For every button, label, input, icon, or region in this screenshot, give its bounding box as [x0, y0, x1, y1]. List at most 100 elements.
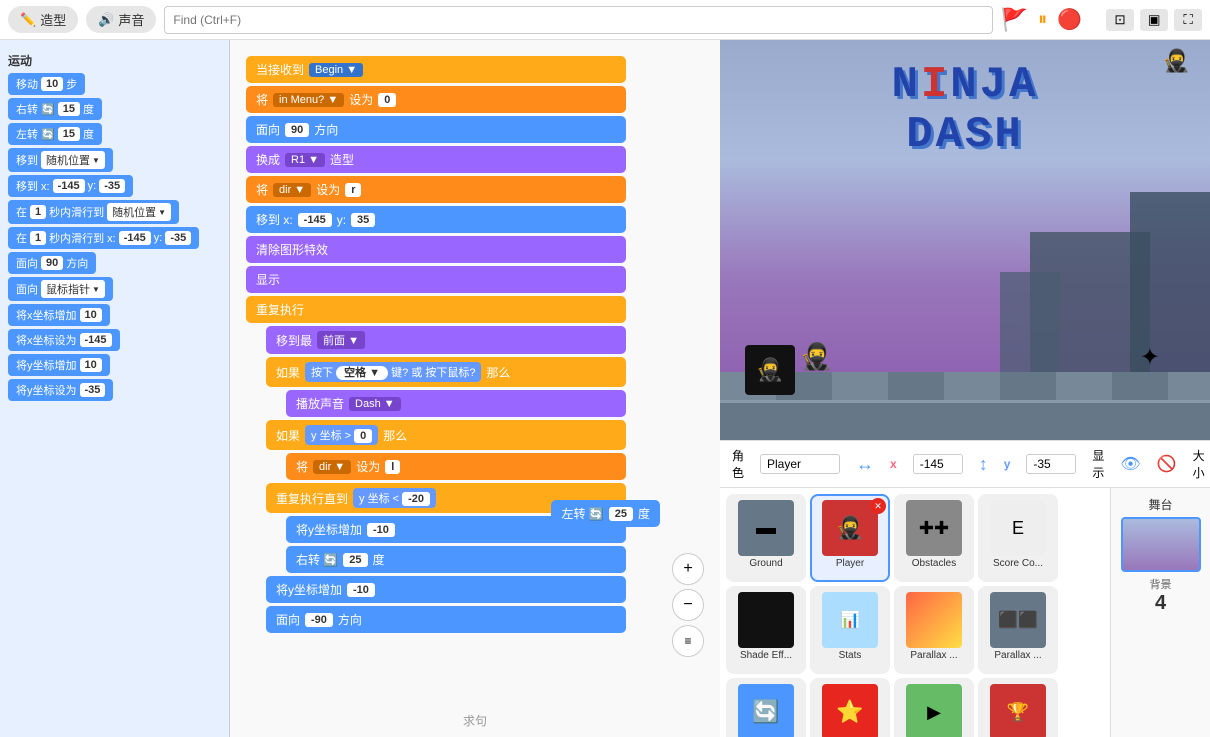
green-flag-button[interactable]: 🚩	[1001, 7, 1028, 33]
sprite-delete-player[interactable]: ✕	[870, 498, 886, 514]
sprite-thumb-shade	[738, 592, 794, 648]
block-turn-left[interactable]: 左转 🔄 15 度	[8, 123, 221, 145]
zoom-controls: + − ≡	[672, 553, 704, 657]
show-button[interactable]: 👁	[1120, 454, 1140, 474]
block-change-y-btn[interactable]: 将y坐标增加 10	[8, 354, 110, 376]
sprite-item-score[interactable]: E Score Co...	[978, 494, 1058, 582]
block-face-target-btn[interactable]: 面向 鼠标指针 ▼	[8, 277, 113, 301]
block-glide-xy-btn[interactable]: 在 1 秒内滑行到 x: -145 y: -35	[8, 227, 199, 249]
block-face-target[interactable]: 面向 鼠标指针 ▼	[8, 277, 221, 301]
cb-play-sound[interactable]: 播放声音 Dash ▼	[286, 390, 626, 417]
sprite-item-player[interactable]: ✕ 🥷 Player	[810, 494, 890, 582]
zoom-fit-button[interactable]: ≡	[672, 625, 704, 657]
x-label: x	[890, 457, 897, 471]
cb-set-inmenu[interactable]: 将 in Menu? ▼ 设为 0	[246, 86, 626, 113]
stop-button[interactable]: 🔴	[1057, 7, 1082, 32]
block-set-y[interactable]: 将y坐标设为 -35	[8, 379, 221, 401]
sprite-item-obstacles[interactable]: ✚✚ Obstacles	[894, 494, 974, 582]
block-move-to[interactable]: 移到 随机位置 ▼	[8, 148, 221, 172]
layout-editor-button[interactable]: ▣	[1140, 9, 1168, 31]
cb-set-dir[interactable]: 将 dir ▼ 设为 r	[246, 176, 626, 203]
layout-fullscreen-button[interactable]: ⛶	[1174, 9, 1202, 31]
layout-split-button[interactable]: ⊡	[1106, 9, 1134, 31]
cb-if-pressed[interactable]: 如果 按下 空格 ▼ 键? 或 按下鼠标? 那么	[266, 357, 626, 387]
cb-repeat-forever[interactable]: 重复执行	[246, 296, 626, 323]
right-panel: NINJA DASH 🥷 🥷 ✦ 🥷 角色 ↔ x ↕	[720, 40, 1210, 737]
sprite-item-highscore[interactable]: 🏆 HighScor...	[978, 678, 1058, 737]
sprite-thumb-stats: 📊	[822, 592, 878, 648]
sprite-thumb-obstacles: ✚✚	[906, 500, 962, 556]
sprite-item-parallax1[interactable]: Parallax ...	[894, 586, 974, 674]
sprite-item-stats[interactable]: 📊 Stats	[810, 586, 890, 674]
y-label: y	[1004, 457, 1011, 471]
block-set-y-btn[interactable]: 将y坐标设为 -35	[8, 379, 113, 401]
obstacle-sprite: ✦	[1140, 343, 1160, 372]
hide-button[interactable]: 🚫	[1157, 454, 1177, 474]
size-label: 大小	[1193, 447, 1205, 481]
cb-when-receive[interactable]: 当接收到 Begin ▼	[246, 56, 626, 83]
sprite-name-input[interactable]	[760, 454, 840, 474]
sprite-item-ground[interactable]: ▬ Ground	[726, 494, 806, 582]
sprite-item-shade[interactable]: Shade Eff...	[726, 586, 806, 674]
block-turn-right[interactable]: 右转 🔄 15 度	[8, 98, 221, 120]
main-area: 运动 移动 10 步 右转 🔄 15 度 左转 🔄 15 度 移到 随机位置 ▼…	[0, 40, 1210, 737]
cb-floating-turn[interactable]: 左转 🔄 25 度	[551, 500, 660, 527]
sprite-thumb-parallax1	[906, 592, 962, 648]
zoom-in-button[interactable]: +	[672, 553, 704, 585]
player-sprite: 🥷	[800, 341, 832, 372]
pause-button[interactable]: ⏸	[1038, 9, 1047, 30]
sprite-item-playbtn[interactable]: ▶ Play Button	[894, 678, 974, 737]
block-turn-left-btn[interactable]: 左转 🔄 15 度	[8, 123, 102, 145]
cb-face-neg90[interactable]: 面向 -90 方向	[266, 606, 626, 633]
cb-face-90[interactable]: 面向 90 方向	[246, 116, 626, 143]
cb-if-y-gt-0[interactable]: 如果 y 坐标 > 0 那么	[266, 420, 626, 450]
stage-mini-preview[interactable]	[1121, 517, 1201, 572]
block-glide-xy[interactable]: 在 1 秒内滑行到 x: -145 y: -35	[8, 227, 221, 249]
block-move-xy[interactable]: 移到 x: -145 y: -35	[8, 175, 221, 197]
block-face-dir[interactable]: 面向 90 方向	[8, 252, 221, 274]
block-move[interactable]: 移动 10 步	[8, 73, 221, 95]
sprite-item-restart[interactable]: 🔄 Restart	[726, 678, 806, 737]
find-input[interactable]	[164, 6, 992, 34]
sprite-thumb-restart: 🔄	[738, 684, 794, 737]
block-face-dir-btn[interactable]: 面向 90 方向	[8, 252, 96, 274]
cb-switch-costume[interactable]: 换成 R1 ▼ 造型	[246, 146, 626, 173]
sprite-label-player: Player	[836, 558, 864, 569]
stage-label: 舞台	[1148, 496, 1172, 513]
y-input[interactable]	[1026, 454, 1076, 474]
zoom-out-button[interactable]: −	[672, 589, 704, 621]
up-down-icon: ↕	[979, 454, 988, 475]
block-glide-random[interactable]: 在 1 秒内滑行到 随机位置 ▼	[8, 200, 221, 224]
game-preview-bg: NINJA DASH 🥷 🥷 ✦ 🥷	[720, 40, 1210, 440]
sprite-thumb-playbtn: ▶	[906, 684, 962, 737]
cb-go-front[interactable]: 移到最 前面 ▼	[266, 326, 626, 354]
sprite-item-home[interactable]: ⭐ Home	[810, 678, 890, 737]
tab-sound[interactable]: 🔊 声音	[86, 6, 156, 33]
cb-move-xy[interactable]: 移到 x: -145 y: 35	[246, 206, 626, 233]
block-move-to-btn[interactable]: 移到 随机位置 ▼	[8, 148, 113, 172]
x-input[interactable]	[913, 454, 963, 474]
code-editor: 当接收到 Begin ▼ 将 in Menu? ▼ 设为 0 面向 90 方向 …	[230, 40, 720, 737]
block-change-x[interactable]: 将x坐标增加 10	[8, 304, 221, 326]
tab-sound-label: 声音	[118, 10, 144, 29]
sprite-label-obstacles: Obstacles	[912, 558, 956, 569]
cb-change-y-neg10-b[interactable]: 将y坐标增加 -10	[266, 576, 626, 603]
block-move-xy-btn[interactable]: 移到 x: -145 y: -35	[8, 175, 133, 197]
block-set-x[interactable]: 将x坐标设为 -145	[8, 329, 221, 351]
cb-show[interactable]: 显示	[246, 266, 626, 293]
block-change-y[interactable]: 将y坐标增加 10	[8, 354, 221, 376]
game-title: NINJA	[891, 60, 1038, 110]
sprite-label-score: Score Co...	[993, 558, 1043, 569]
cb-turn-right-25[interactable]: 右转 🔄 25 度	[286, 546, 626, 573]
block-glide-random-btn[interactable]: 在 1 秒内滑行到 随机位置 ▼	[8, 200, 179, 224]
block-set-x-btn[interactable]: 将x坐标设为 -145	[8, 329, 120, 351]
cb-set-dir-l[interactable]: 将 dir ▼ 设为 l	[286, 453, 626, 480]
footer-text: 求句	[463, 714, 487, 728]
cb-clear-effects[interactable]: 清除图形特效	[246, 236, 626, 263]
tab-costume[interactable]: ✏️ 造型	[8, 6, 78, 33]
block-change-x-btn[interactable]: 将x坐标增加 10	[8, 304, 110, 326]
sprite-item-parallax2[interactable]: ⬛⬛ Parallax ...	[978, 586, 1058, 674]
bg-label: 背景	[1150, 576, 1172, 592]
block-turn-right-btn[interactable]: 右转 🔄 15 度	[8, 98, 102, 120]
block-move-steps[interactable]: 移动 10 步	[8, 73, 85, 95]
